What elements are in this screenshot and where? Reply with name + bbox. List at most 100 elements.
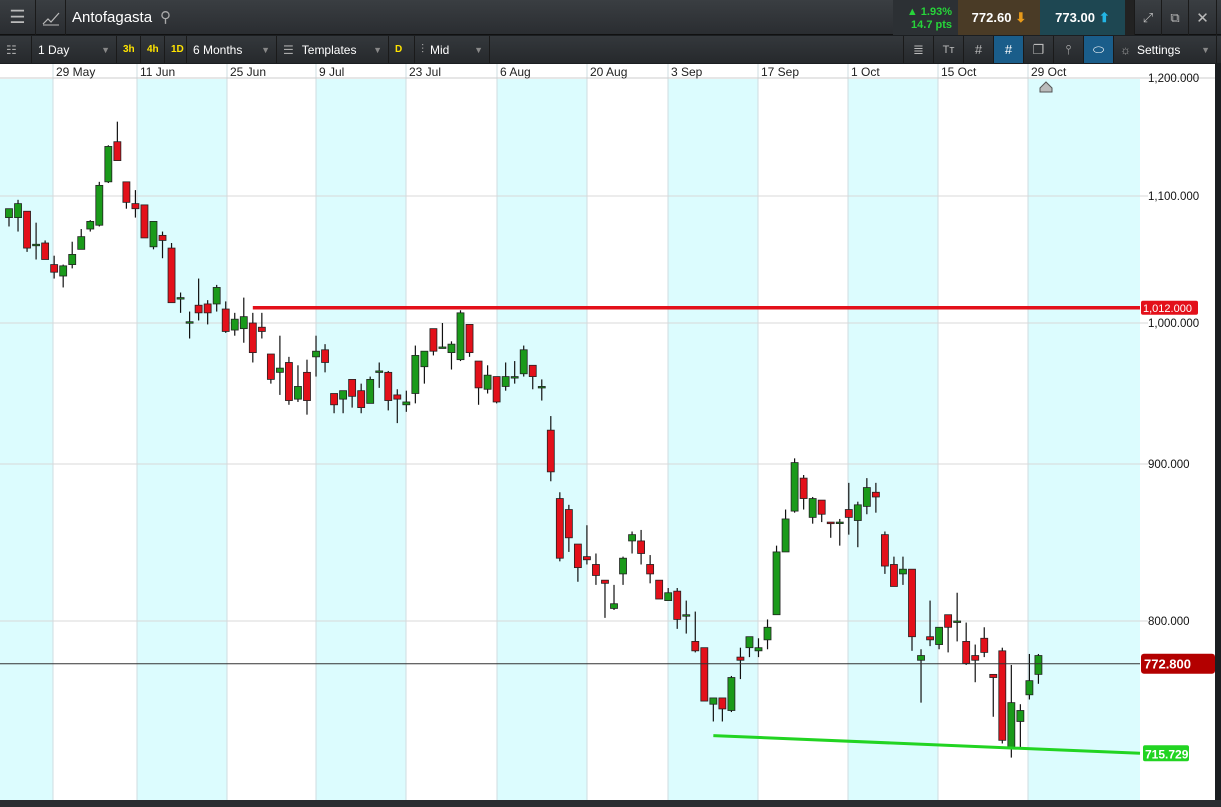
candle-body bbox=[230, 318, 239, 331]
candle-body bbox=[989, 673, 998, 678]
candle-body bbox=[790, 462, 799, 512]
candle-body bbox=[411, 355, 420, 394]
candle-body bbox=[862, 487, 871, 507]
candle-body bbox=[655, 579, 664, 600]
candle-body bbox=[1034, 655, 1043, 675]
candle bbox=[456, 310, 465, 362]
price-tick-label: 800.000 bbox=[1148, 616, 1190, 628]
candle-body bbox=[167, 247, 176, 304]
candle-body bbox=[646, 564, 655, 575]
candle-body bbox=[980, 637, 989, 653]
date-tick-label: 29 Oct bbox=[1031, 65, 1067, 79]
candle-body bbox=[375, 370, 384, 373]
candle bbox=[519, 345, 528, 377]
candle-body bbox=[275, 367, 284, 373]
candle-body bbox=[700, 647, 709, 702]
candle bbox=[104, 145, 113, 184]
candle-body bbox=[266, 353, 275, 380]
candle-body bbox=[402, 401, 411, 406]
date-tick-label: 9 Jul bbox=[319, 65, 344, 79]
candle-body bbox=[23, 210, 31, 249]
candle-body bbox=[528, 364, 537, 377]
candle-body bbox=[610, 603, 618, 609]
candle-body bbox=[673, 590, 682, 620]
price-tick-label: 1,100.000 bbox=[1148, 191, 1199, 203]
date-tick-label: 29 May bbox=[56, 65, 95, 79]
date-tick-label: 25 Jun bbox=[230, 65, 266, 79]
candle bbox=[41, 240, 50, 260]
candle bbox=[23, 210, 31, 252]
candle-body bbox=[50, 264, 59, 273]
time-band bbox=[1028, 79, 1140, 800]
candle-body bbox=[348, 378, 357, 397]
candle-body bbox=[853, 504, 862, 521]
candle-body bbox=[573, 543, 582, 569]
candle-body bbox=[41, 242, 50, 260]
candle-body bbox=[844, 509, 853, 518]
candle-body bbox=[835, 521, 844, 524]
candle-body bbox=[303, 371, 311, 401]
candle-body bbox=[664, 592, 673, 601]
candle-body bbox=[763, 626, 772, 641]
candle-body bbox=[971, 655, 980, 661]
candle-body bbox=[122, 181, 131, 203]
candle-body bbox=[393, 394, 402, 400]
candle-body bbox=[709, 697, 718, 705]
date-tick-label: 17 Sep bbox=[761, 65, 799, 79]
date-tick-label: 6 Aug bbox=[500, 65, 531, 79]
price-chart[interactable]: 29 May 11 Jun 25 Jun 9 Jul 23 Jul 6 Aug 20 Aug… bbox=[0, 0, 1221, 807]
candle-body bbox=[519, 349, 528, 375]
candle-body bbox=[592, 564, 600, 576]
candle-body bbox=[537, 386, 546, 389]
candle-body bbox=[772, 551, 781, 616]
resistance-label: 1,012.000 bbox=[1143, 303, 1192, 315]
candle-body bbox=[483, 374, 492, 390]
candle-body bbox=[104, 146, 113, 183]
candle-body bbox=[953, 620, 962, 623]
candle-body bbox=[321, 349, 329, 363]
candle-body bbox=[944, 614, 953, 628]
candle-body bbox=[465, 324, 474, 354]
date-tick-label: 23 Jul bbox=[409, 65, 441, 79]
candle-body bbox=[890, 564, 898, 587]
candle-body bbox=[998, 650, 1007, 741]
candle-body bbox=[736, 656, 745, 661]
candle bbox=[465, 324, 474, 357]
candle-body bbox=[718, 697, 727, 710]
candle-body bbox=[799, 477, 808, 499]
candle-body bbox=[881, 534, 889, 567]
candle-body bbox=[826, 521, 835, 525]
candle-body bbox=[420, 350, 429, 368]
candle-body bbox=[447, 343, 456, 354]
candle-body bbox=[555, 498, 564, 559]
candle bbox=[790, 458, 799, 513]
candle-body bbox=[871, 491, 880, 498]
candle-body bbox=[158, 234, 167, 241]
bottom-scrollbar[interactable] bbox=[0, 800, 1221, 807]
candle-body bbox=[221, 308, 230, 332]
candle-body bbox=[628, 534, 636, 542]
candle-body bbox=[357, 390, 366, 408]
candle bbox=[140, 204, 149, 239]
candle bbox=[772, 545, 781, 616]
candle bbox=[655, 579, 664, 600]
price-tick-label: 1,200.000 bbox=[1148, 73, 1199, 85]
candle-body bbox=[438, 346, 447, 349]
candle-body bbox=[366, 378, 375, 404]
candle-body bbox=[194, 304, 203, 314]
candle-body bbox=[501, 376, 510, 387]
candle bbox=[285, 356, 293, 405]
candle-body bbox=[14, 203, 22, 218]
candle-body bbox=[583, 556, 591, 561]
time-band bbox=[848, 79, 938, 800]
candle-body bbox=[203, 303, 212, 314]
candle bbox=[727, 675, 736, 713]
candle-body bbox=[962, 641, 971, 664]
date-tick-label: 3 Sep bbox=[671, 65, 703, 79]
candle-body bbox=[185, 321, 194, 324]
candle-body bbox=[745, 636, 754, 649]
candle-body bbox=[339, 390, 348, 400]
candle-body bbox=[899, 568, 907, 575]
candle bbox=[167, 242, 176, 304]
date-tick-label: 11 Jun bbox=[140, 65, 175, 79]
